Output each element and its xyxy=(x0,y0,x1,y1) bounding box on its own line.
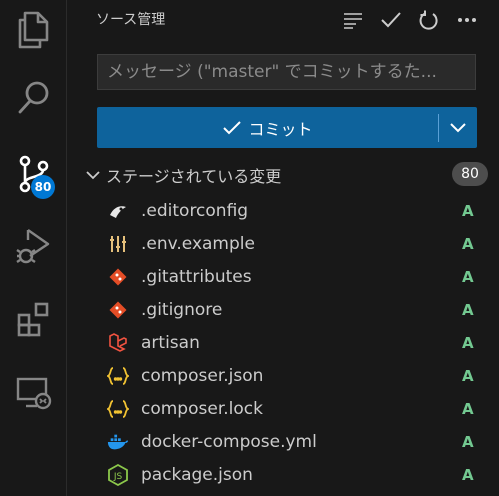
file-row[interactable]: artisan A xyxy=(68,326,499,359)
explorer-icon[interactable] xyxy=(0,2,67,58)
file-name: .editorconfig xyxy=(141,200,249,221)
commit-main-button[interactable]: コミット xyxy=(97,107,438,148)
source-control-badge: 80 xyxy=(31,175,55,199)
panel-actions xyxy=(341,8,479,32)
file-row[interactable]: composer.json A xyxy=(68,359,499,392)
file-status: A xyxy=(462,432,474,451)
commit-dropdown-button[interactable] xyxy=(439,107,477,148)
git-icon xyxy=(107,266,129,288)
view-as-list-icon[interactable] xyxy=(341,8,365,32)
staged-changes-header[interactable]: ステージされている変更 80 xyxy=(86,162,488,188)
refresh-icon[interactable] xyxy=(417,8,441,32)
file-row[interactable]: .env.example A xyxy=(68,227,499,260)
commit-check-icon[interactable] xyxy=(379,8,403,32)
staged-changes-title: ステージされている変更 xyxy=(106,167,282,186)
file-name: docker-compose.yml xyxy=(141,431,317,452)
commit-button-label: コミット xyxy=(248,119,313,139)
file-name: .gitignore xyxy=(141,299,223,320)
file-name: artisan xyxy=(141,332,200,353)
file-row[interactable]: composer.lock A xyxy=(68,392,499,425)
activity-bar: 80 xyxy=(0,0,67,496)
file-name: .env.example xyxy=(141,233,255,254)
json-icon xyxy=(107,365,129,387)
file-row[interactable]: JS package.json A xyxy=(68,458,499,491)
file-name: composer.json xyxy=(141,365,264,386)
file-row[interactable]: .gitattributes A xyxy=(68,260,499,293)
file-status: A xyxy=(462,300,474,319)
file-row[interactable]: docker-compose.yml A xyxy=(68,425,499,458)
run-debug-icon[interactable] xyxy=(0,218,67,274)
extensions-icon[interactable] xyxy=(0,292,67,348)
file-status: A xyxy=(462,399,474,418)
file-row[interactable]: .gitignore A xyxy=(68,293,499,326)
more-actions-icon[interactable] xyxy=(455,8,479,32)
staged-changes-count: 80 xyxy=(452,162,488,186)
json-icon xyxy=(107,398,129,420)
file-status: A xyxy=(462,201,474,220)
search-icon[interactable] xyxy=(0,70,67,126)
commit-button[interactable]: コミット xyxy=(97,107,477,148)
nodejs-icon: JS xyxy=(107,463,129,486)
remote-explorer-icon[interactable] xyxy=(0,364,67,420)
chevron-down-icon xyxy=(86,171,100,180)
editorconfig-icon xyxy=(107,200,129,222)
svg-text:JS: JS xyxy=(113,472,123,482)
file-name: .gitattributes xyxy=(141,266,252,287)
source-control-panel: ソース管理 メッセージ ("master" でコミットするた... コミット ス… xyxy=(68,0,499,496)
commit-message-input[interactable]: メッセージ ("master" でコミットするた... xyxy=(97,54,476,90)
laravel-icon xyxy=(107,332,129,354)
git-icon xyxy=(107,299,129,321)
file-name: composer.lock xyxy=(141,398,263,419)
chevron-down-icon xyxy=(450,122,466,132)
file-status: A xyxy=(462,366,474,385)
file-name: package.json xyxy=(141,464,253,485)
file-status: A xyxy=(462,267,474,286)
file-status: A xyxy=(462,234,474,253)
check-icon xyxy=(223,120,242,134)
file-row[interactable]: .editorconfig A xyxy=(68,194,499,227)
docker-icon xyxy=(107,431,129,453)
file-status: A xyxy=(462,465,474,484)
file-status: A xyxy=(462,333,474,352)
panel-title: ソース管理 xyxy=(96,12,166,28)
env-icon xyxy=(107,233,129,255)
